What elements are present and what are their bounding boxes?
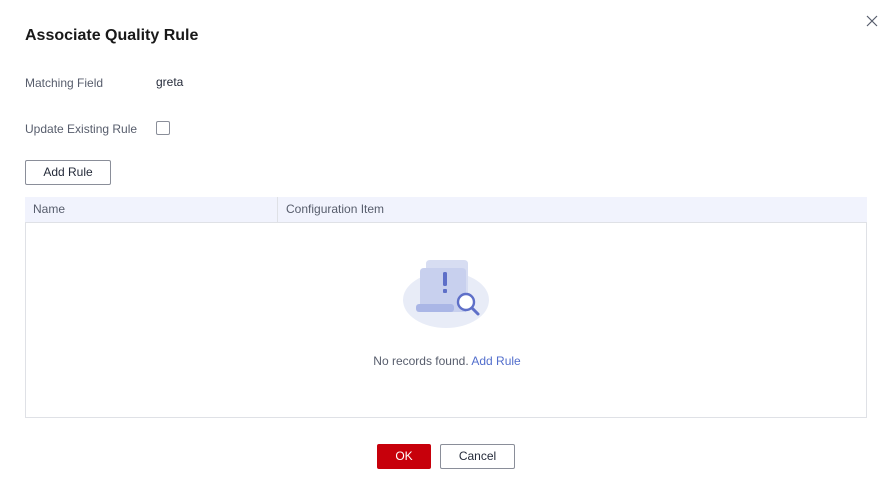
update-existing-rule-label: Update Existing Rule	[25, 122, 138, 136]
cancel-button[interactable]: Cancel	[440, 444, 515, 469]
no-records-illustration-icon	[403, 260, 489, 328]
matching-field-label: Matching Field	[25, 76, 104, 90]
table-body: No records found. Add Rule	[25, 223, 867, 418]
add-rule-link[interactable]: Add Rule	[471, 354, 520, 368]
table-header: Name Configuration Item	[25, 197, 867, 223]
no-records-text: No records found.	[373, 354, 469, 368]
ok-button[interactable]: OK	[377, 444, 431, 469]
associate-quality-rule-dialog: Associate Quality Rule Matching Field gr…	[0, 0, 891, 496]
matching-field-value: greta	[156, 75, 184, 89]
empty-state-message: No records found. Add Rule	[26, 353, 868, 369]
rules-table: Name Configuration Item No records found…	[25, 197, 867, 418]
close-icon[interactable]	[864, 13, 880, 29]
add-rule-button[interactable]: Add Rule	[25, 160, 111, 185]
update-existing-rule-checkbox[interactable]	[156, 121, 170, 135]
dialog-title: Associate Quality Rule	[25, 27, 199, 44]
column-header-configuration-item[interactable]: Configuration Item	[278, 197, 867, 222]
column-header-name[interactable]: Name	[25, 197, 278, 222]
